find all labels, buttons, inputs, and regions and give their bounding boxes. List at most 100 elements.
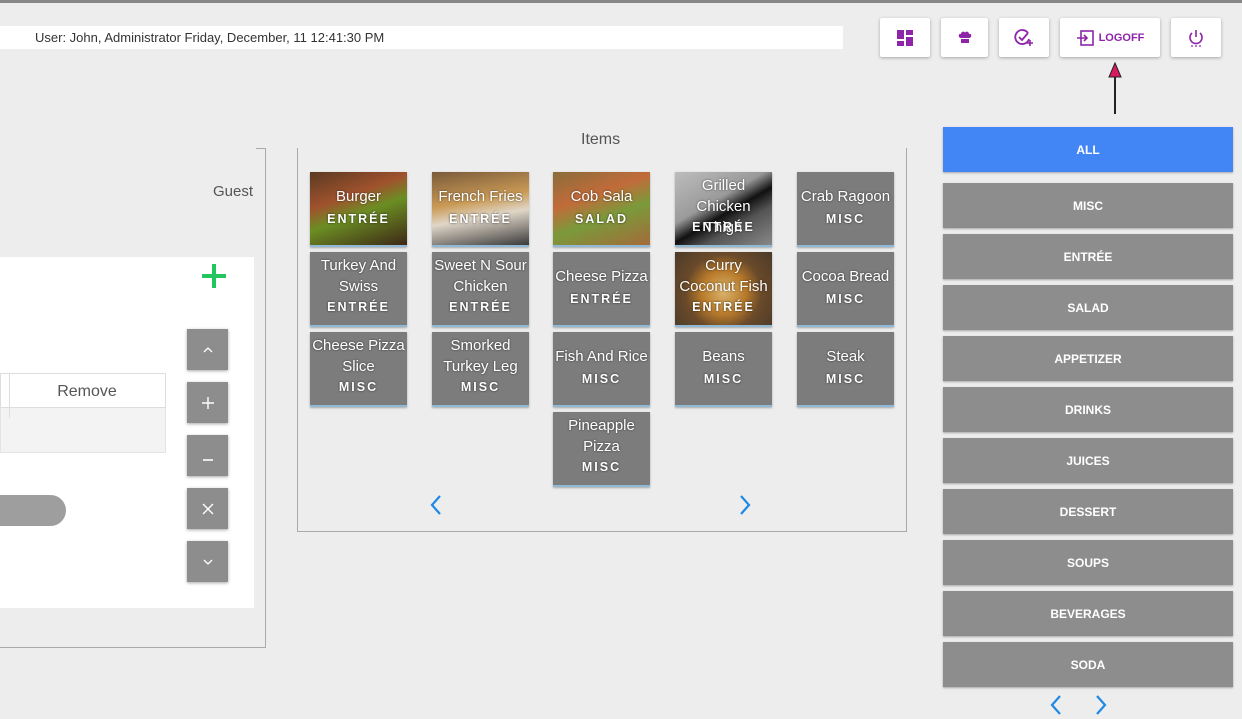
menu-item-tile[interactable]: Cheese Pizza Slice MISC	[310, 332, 407, 407]
menu-item-tile[interactable]: Cocoa Bread MISC	[797, 252, 894, 327]
user-status-text: User: John, Administrator Friday, Decemb…	[35, 30, 385, 45]
increase-quantity-button[interactable]	[187, 382, 228, 423]
menu-item-category: SALAD	[574, 212, 629, 226]
menu-item-tile[interactable]: Turkey And Swiss ENTRÉE	[310, 252, 407, 327]
menu-item-category: ENTRÉE	[692, 220, 755, 234]
add-guest-icon[interactable]	[200, 262, 228, 290]
menu-item-category: MISC	[825, 292, 866, 306]
menu-item-name: Cob Sala	[570, 188, 633, 205]
add-task-button[interactable]	[999, 18, 1049, 57]
category-label: ENTRÉE	[1063, 249, 1113, 264]
power-icon	[1189, 29, 1203, 47]
categories-next-page-icon[interactable]	[1093, 694, 1109, 716]
menu-item-category: ENTRÉE	[327, 300, 390, 314]
chef-hat-icon	[958, 31, 971, 43]
category-label: ALL	[1076, 142, 1100, 157]
items-prev-page-icon[interactable]	[428, 494, 444, 516]
category-button-soda[interactable]: SODA	[943, 642, 1233, 687]
chevron-up-icon	[203, 346, 212, 352]
dashboard-icon	[897, 29, 913, 46]
table-row[interactable]	[0, 408, 166, 453]
menu-item-category: MISC	[581, 372, 622, 386]
menu-item-tile[interactable]: Grilled Chicken Thigh ENTRÉE	[675, 172, 772, 247]
menu-item-tile[interactable]: Smorked Turkey Leg MISC	[432, 332, 529, 407]
remove-item-button[interactable]	[187, 488, 228, 529]
menu-item-tile[interactable]: Fish And Rice MISC	[553, 332, 650, 407]
logoff-button[interactable]: LOGOFF	[1060, 18, 1160, 57]
menu-item-name: Fish And Rice	[555, 348, 648, 365]
category-label: DESSERT	[1059, 504, 1117, 519]
menu-item-name: Sweet N Sour Chicken	[434, 257, 527, 295]
scroll-up-button[interactable]	[187, 329, 228, 370]
category-button-soups[interactable]: SOUPS	[943, 540, 1233, 585]
menu-item-name: Beans	[702, 348, 745, 365]
menu-item-name: Crab Ragoon	[800, 188, 891, 205]
category-button-salad[interactable]: SALAD	[943, 285, 1233, 330]
category-button-juices[interactable]: JUICES	[943, 438, 1233, 483]
power-button[interactable]	[1171, 18, 1221, 57]
menu-item-tile[interactable]: Cob Sala SALAD	[553, 172, 650, 247]
menu-item-name: Cheese Pizza	[555, 268, 648, 285]
items-title: Items	[581, 131, 621, 148]
chef-button[interactable]	[941, 18, 988, 57]
logoff-label: LOGOFF	[1098, 31, 1145, 44]
categories-prev-page-icon[interactable]	[1048, 694, 1064, 716]
category-button-misc[interactable]: MISC	[943, 183, 1233, 228]
menu-item-category: ENTRÉE	[570, 292, 633, 306]
menu-item-name: Cheese Pizza Slice	[312, 337, 405, 375]
category-label: JUICES	[1066, 453, 1110, 468]
menu-item-category: MISC	[703, 372, 744, 386]
menu-item-tile[interactable]: Crab Ragoon MISC	[797, 172, 894, 247]
menu-item-category: MISC	[825, 372, 866, 386]
menu-item-name: French Fries	[438, 188, 523, 205]
menu-item-tile[interactable]: Cheese Pizza ENTRÉE	[553, 252, 650, 327]
menu-item-name: Cocoa Bread	[801, 268, 890, 285]
close-icon	[202, 503, 213, 514]
category-button-drinks[interactable]: DRINKS	[943, 387, 1233, 432]
minus-icon	[202, 458, 213, 461]
menu-item-tile[interactable]: Pineapple Pizza MISC	[553, 412, 650, 487]
category-label: APPETIZER	[1054, 351, 1122, 366]
plus-icon	[201, 396, 214, 409]
category-label: DRINKS	[1064, 402, 1111, 417]
category-button-appetizer[interactable]: APPETIZER	[943, 336, 1233, 381]
decrease-quantity-button[interactable]	[187, 435, 228, 476]
menu-item-category: MISC	[460, 380, 501, 394]
menu-item-name: Burger	[335, 188, 382, 205]
scroll-down-button[interactable]	[187, 541, 228, 582]
check-add-icon	[1014, 28, 1033, 46]
items-next-page-icon[interactable]	[737, 494, 753, 516]
menu-item-category: MISC	[581, 460, 622, 474]
category-label: BEVERAGES	[1050, 606, 1126, 621]
menu-item-category: MISC	[338, 380, 379, 394]
order-action-button[interactable]	[0, 495, 66, 526]
chevron-down-icon	[203, 559, 212, 565]
dashboard-button[interactable]	[880, 18, 930, 57]
menu-item-name: Steak	[826, 348, 865, 365]
menu-item-name: Pineapple Pizza	[568, 417, 635, 455]
category-button-entrée[interactable]: ENTRÉE	[943, 234, 1233, 279]
menu-item-tile[interactable]: Beans MISC	[675, 332, 772, 407]
menu-item-category: ENTRÉE	[692, 300, 755, 314]
guest-label: Guest	[213, 183, 254, 200]
menu-item-category: ENTRÉE	[327, 212, 390, 226]
menu-item-name: Turkey And Swiss	[320, 257, 397, 295]
menu-item-tile[interactable]: Curry Coconut Fish ENTRÉE	[675, 252, 772, 327]
category-label: SODA	[1070, 657, 1106, 672]
menu-item-tile[interactable]: French Fries ENTRÉE	[432, 172, 529, 247]
user-status-bar: User: John, Administrator Friday, Decemb…	[0, 26, 843, 49]
category-button-all[interactable]: ALL	[943, 127, 1233, 172]
menu-item-tile[interactable]: Sweet N Sour Chicken ENTRÉE	[432, 252, 529, 327]
remove-column-header: Remove	[57, 383, 117, 400]
menu-item-name: Curry Coconut Fish	[679, 257, 768, 295]
menu-item-tile[interactable]: Burger ENTRÉE	[310, 172, 407, 247]
order-table: Remove	[0, 373, 166, 453]
menu-item-tile[interactable]: Steak MISC	[797, 332, 894, 407]
category-button-beverages[interactable]: BEVERAGES	[943, 591, 1233, 636]
category-button-dessert[interactable]: DESSERT	[943, 489, 1233, 534]
top-border	[0, 0, 1242, 3]
logoff-icon	[1076, 29, 1094, 46]
category-label: MISC	[1073, 198, 1103, 213]
menu-item-name: Smorked Turkey Leg	[443, 337, 518, 375]
menu-item-category: ENTRÉE	[449, 300, 512, 314]
